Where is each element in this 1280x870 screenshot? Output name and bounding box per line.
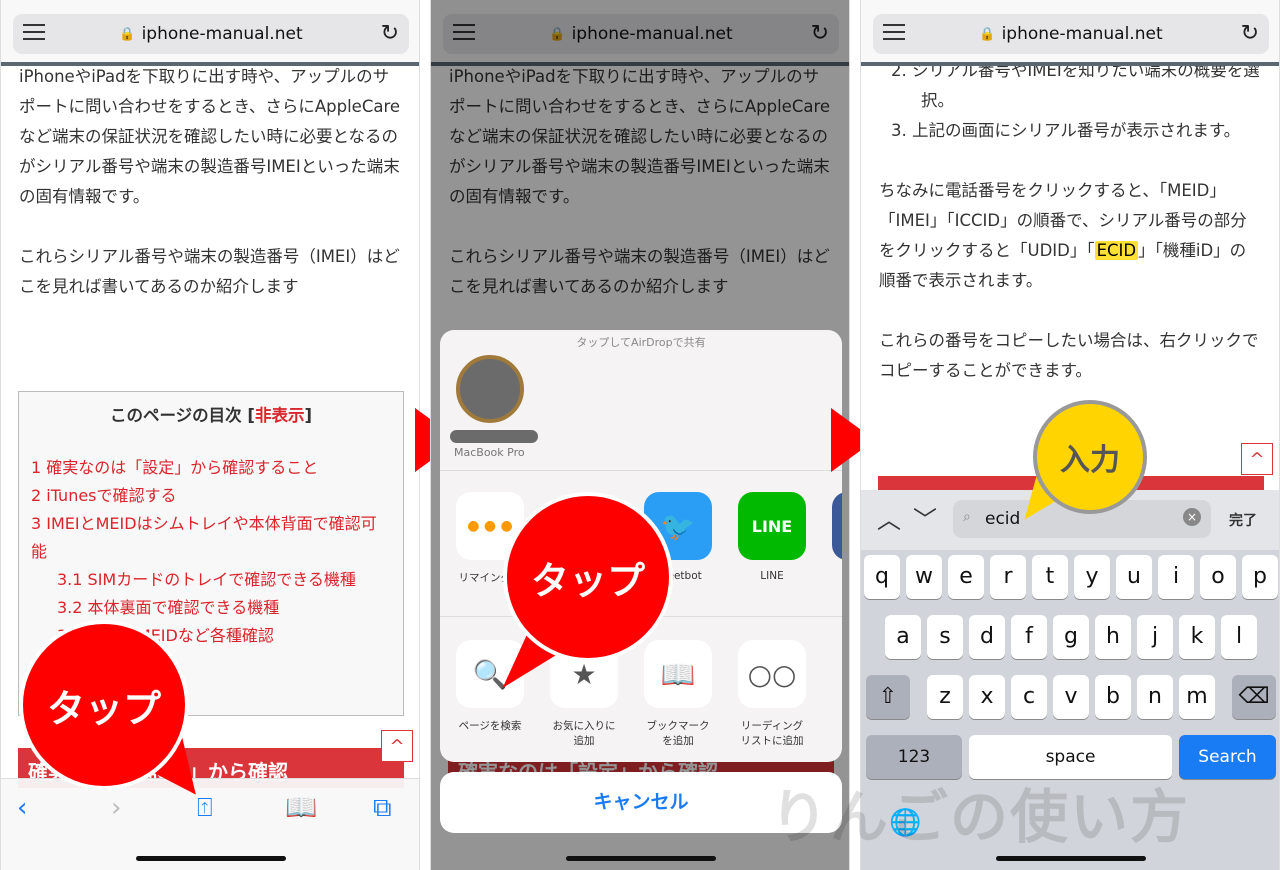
key-u[interactable]: u (1116, 555, 1152, 599)
url-field[interactable]: 🔒 iphone-manual.net ↻ (873, 14, 1269, 54)
key-y[interactable]: y (1074, 555, 1110, 599)
key-p[interactable]: p (1242, 555, 1278, 599)
tabs-icon[interactable]: ⧉ (373, 793, 392, 824)
key-h[interactable]: h (1095, 615, 1131, 659)
screen-share-sheet: iPhoneやiPadを下取りに出す時や、アップルのサポートに問い合わせをすると… (430, 0, 850, 870)
url-field[interactable]: 🔒 iphone-manual.net ↻ (13, 14, 409, 54)
reader-menu-icon[interactable] (23, 24, 45, 40)
action-add-bookmark[interactable]: 📖 ブックマークを追加 (644, 640, 712, 748)
lock-icon: 🔒 (979, 26, 996, 42)
book-icon: 📖 (644, 640, 712, 708)
article-paragraph: iPhoneやiPadを下取りに出す時や、アップルのサポートに問い合わせをすると… (19, 67, 401, 206)
key-k[interactable]: k (1179, 615, 1215, 659)
key-r[interactable]: r (990, 555, 1026, 599)
key-i[interactable]: i (1158, 555, 1194, 599)
key-z[interactable]: z (927, 675, 963, 719)
forward-icon[interactable]: › (111, 793, 121, 823)
reload-icon[interactable]: ↻ (381, 21, 399, 46)
article-body: iPhoneやiPadを下取りに出す時や、アップルのサポートに問い合わせをすると… (19, 62, 401, 332)
glasses-icon: ○○ (738, 640, 806, 708)
redacted-name (450, 430, 538, 443)
reader-menu-icon[interactable] (883, 24, 905, 40)
toc-title: このページの目次 [非表示] (109, 406, 312, 425)
bookmarks-icon[interactable]: 📖 (285, 793, 317, 823)
divider (440, 470, 842, 471)
toc-hide-link[interactable]: 非表示 (255, 406, 305, 425)
app-line[interactable]: LINE LINE (738, 492, 806, 582)
article-paragraph: これらシリアル番号や端末の製造番号（IMEI）はどこを見れば書いてあるのか紹介し… (19, 247, 400, 296)
line-icon: LINE (738, 492, 806, 560)
key-e[interactable]: e (948, 555, 984, 599)
tap-callout: タップ (503, 492, 673, 662)
shift-key[interactable]: ⇧ (866, 675, 910, 719)
safari-toolbar: ‹ › ⍐ 📖 ⧉ (1, 778, 419, 870)
watermark-logo: りんごの使い方 (770, 783, 1191, 851)
app-partial[interactable] (832, 492, 842, 570)
key-o[interactable]: o (1200, 555, 1236, 599)
next-match-icon[interactable]: ﹀ (913, 500, 937, 535)
key-q[interactable]: q (864, 555, 900, 599)
key-v[interactable]: v (1053, 675, 1089, 719)
list-item: 3. 上記の画面にシリアル番号が表示されます。 (891, 121, 1241, 140)
key-l[interactable]: l (1221, 615, 1257, 659)
article-body: 2. シリアル番号やIMEIを知りたい端末の概要を選択。 3. 上記の画面にシリ… (879, 56, 1261, 416)
home-indicator (136, 856, 286, 861)
key-c[interactable]: c (1011, 675, 1047, 719)
tap-callout: タップ (19, 620, 189, 790)
done-button[interactable]: 完了 (1229, 510, 1257, 530)
airdrop-device-avatar[interactable] (456, 355, 524, 423)
toc-item[interactable]: 3 IMEIとMEIDはシムトレイや本体背面で確認可能 (31, 510, 391, 566)
key-f[interactable]: f (1011, 615, 1047, 659)
safari-address-bar: 🔒 iphone-manual.net ↻ (1, 0, 419, 66)
scroll-top-button[interactable]: ^ (381, 730, 413, 762)
key-t[interactable]: t (1032, 555, 1068, 599)
search-icon: ⌕ (963, 509, 971, 525)
input-callout: 入力 (1033, 400, 1147, 514)
url-text: iphone-manual.net (1001, 24, 1163, 44)
toc-item[interactable]: 3.1 SIMカードのトレイで確認できる機種 (31, 566, 391, 594)
article-paragraph: ちなみに電話番号をクリックすると、「MEID」「IMEI」「ICCID」の順番で… (879, 181, 1247, 290)
app-icon (832, 492, 842, 560)
key-a[interactable]: a (885, 615, 921, 659)
key-m[interactable]: m (1179, 675, 1215, 719)
toc-item[interactable]: 3.2 本体裏面で確認できる機種 (31, 594, 391, 622)
key-b[interactable]: b (1095, 675, 1131, 719)
home-indicator (566, 856, 716, 861)
share-icon[interactable]: ⍐ (197, 793, 213, 824)
airdrop-device-name: MacBook Pro (454, 446, 525, 459)
screen-find-on-page: 2. シリアル番号やIMEIを知りたい端末の概要を選択。 3. 上記の画面にシリ… (860, 0, 1280, 870)
key-d[interactable]: d (969, 615, 1005, 659)
key-n[interactable]: n (1137, 675, 1173, 719)
lock-icon: 🔒 (119, 26, 136, 42)
action-reading-list[interactable]: ○○ リーディングリストに追加 (738, 640, 806, 748)
toc-item[interactable]: 1 確実なのは「設定」から確認すること (31, 454, 391, 482)
article-paragraph: これらの番号をコピーしたい場合は、右クリックでコピーすることができます。 (879, 331, 1259, 380)
scroll-top-button[interactable]: ^ (1241, 443, 1273, 475)
url-text: iphone-manual.net (141, 24, 303, 44)
previous-match-icon[interactable]: ︿ (877, 500, 901, 535)
airdrop-label: タップしてAirDropで共有 (576, 336, 706, 349)
key-s[interactable]: s (927, 615, 963, 659)
clear-icon[interactable]: × (1183, 508, 1201, 526)
safari-address-bar: 🔒 iphone-manual.net ↻ (861, 0, 1279, 66)
key-w[interactable]: w (906, 555, 942, 599)
home-indicator (996, 856, 1146, 861)
key-g[interactable]: g (1053, 615, 1089, 659)
back-icon[interactable]: ‹ (17, 793, 27, 823)
key-j[interactable]: j (1137, 615, 1173, 659)
screen-safari-article: iPhoneやiPadを下取りに出す時や、アップルのサポートに問い合わせをすると… (0, 0, 420, 870)
toc-item[interactable]: 2 iTunesで確認する (31, 482, 391, 510)
backspace-key[interactable]: ⌫ (1232, 675, 1276, 719)
search-match-highlight: ECID (1094, 241, 1139, 260)
reload-icon[interactable]: ↻ (1241, 21, 1259, 46)
key-x[interactable]: x (969, 675, 1005, 719)
search-key[interactable]: Search (1179, 735, 1276, 779)
